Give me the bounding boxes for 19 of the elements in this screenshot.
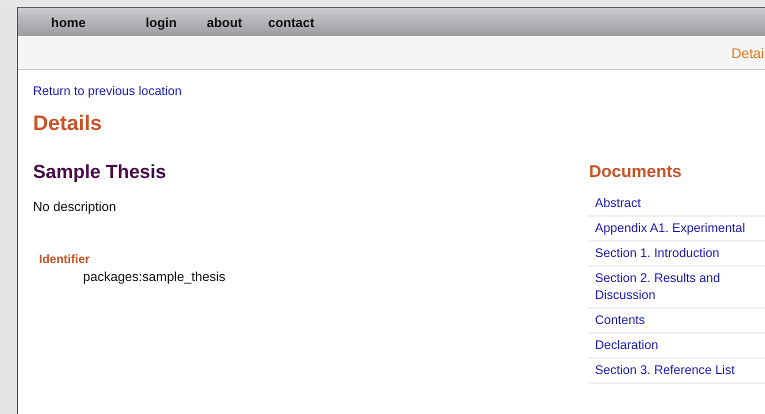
back-link[interactable]: Return to previous location [33,84,182,98]
document-link[interactable]: Section 2. Results and Discussion [588,267,765,309]
nav-link[interactable]: about [206,14,242,30]
breadcrumb: Detai [731,44,764,60]
field-value: packages:sample_thesis [83,269,226,284]
document-link[interactable]: Appendix A1. Experimental [588,217,765,242]
documents-title: Documents [589,162,682,182]
document-link[interactable]: Declaration [588,334,765,359]
nav-link[interactable]: home [51,14,86,30]
page-title: Details [33,112,102,136]
nav-link[interactable]: login [146,14,177,30]
document-link[interactable]: Abstract [588,192,765,217]
description: No description [33,199,116,214]
document-link[interactable]: Contents [588,309,765,334]
document-link[interactable]: Section 3. Reference List [588,359,765,384]
item-title: Sample Thesis [33,162,166,184]
nav-link[interactable]: contact [268,14,314,30]
field-label: Identifier [39,252,90,266]
document-link[interactable]: Section 1. Introduction [588,242,765,267]
